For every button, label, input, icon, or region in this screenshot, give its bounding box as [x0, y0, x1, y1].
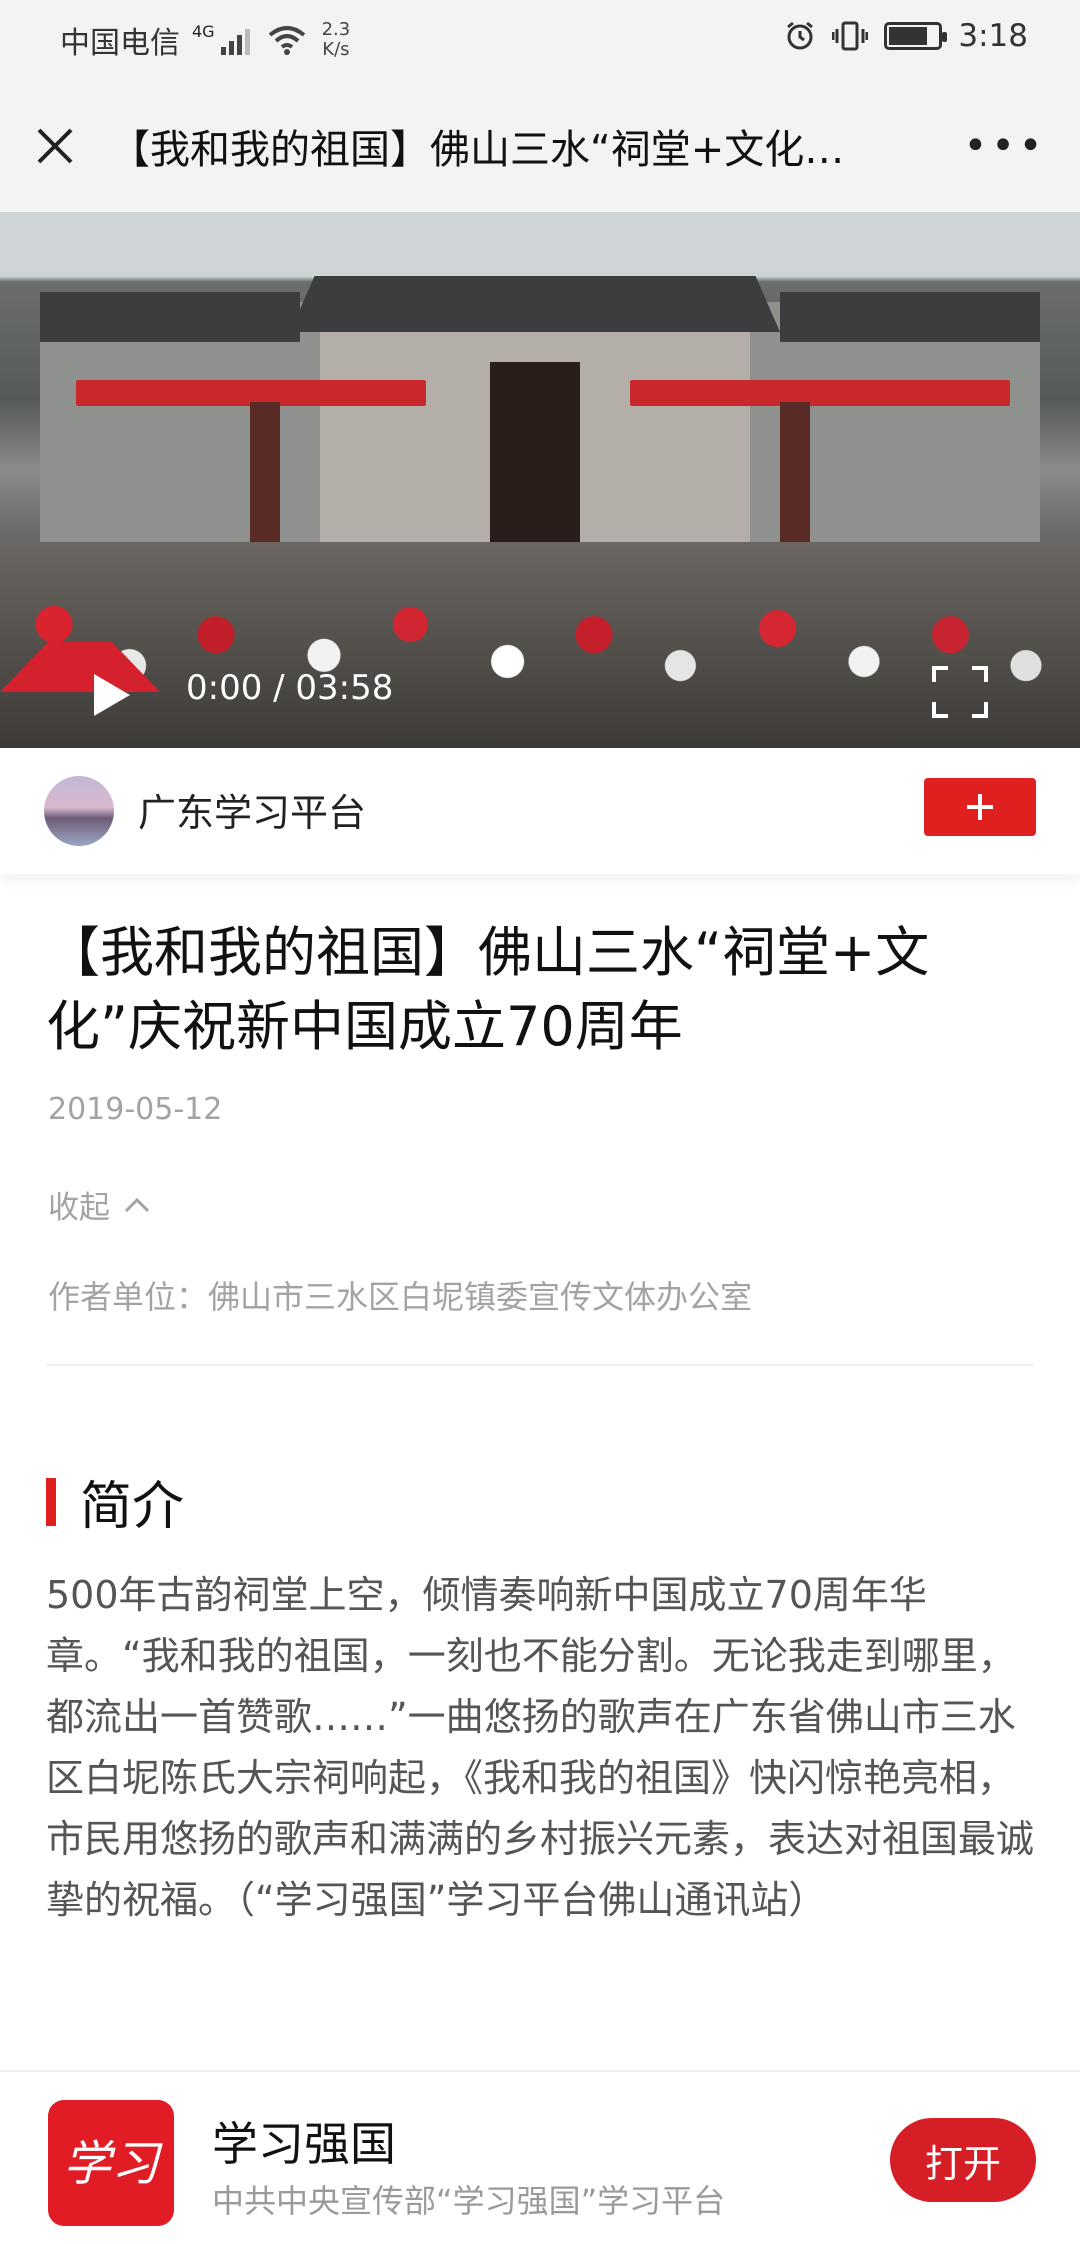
app-banner[interactable]: 学习 学习强国 中共中央宣传部“学习强国”学习平台 打开: [0, 2070, 1080, 2244]
status-left: 中国电信 4G 2.3 K/s: [60, 18, 350, 62]
channel-name[interactable]: 广东学习平台: [138, 782, 366, 837]
collapse-toggle[interactable]: 收起: [48, 1182, 150, 1227]
article-title: 【我和我的祖国】佛山三水“祠堂+文化”庆祝新中国成立70周年: [46, 921, 930, 1058]
page-title: 【我和我的祖国】佛山三水“祠堂+文化…: [110, 127, 845, 173]
app-logo: 学习: [48, 2100, 174, 2226]
play-icon[interactable]: [92, 672, 132, 718]
section-heading: 简介: [46, 1464, 184, 1539]
wifi-icon: [268, 26, 305, 55]
status-right: 3:18: [784, 18, 1028, 54]
video-player[interactable]: [0, 212, 1080, 748]
xuexi-logo-icon: 学习: [63, 2136, 163, 2192]
open-app-button[interactable]: 打开: [890, 2118, 1036, 2202]
section-accent-bar: [46, 1477, 56, 1526]
close-icon: [37, 128, 73, 164]
section-title: 简介: [80, 1477, 185, 1537]
svg-text:学习: 学习: [63, 2136, 163, 2192]
speed-value: 2.3: [321, 19, 351, 40]
publish-date: 2019-05-12: [48, 1092, 223, 1127]
channel-avatar[interactable]: [44, 776, 114, 846]
status-bar: 中国电信 4G 2.3 K/s 3:18: [0, 0, 1080, 80]
network-speed: 2.3 K/s: [322, 20, 351, 60]
alarm-icon: [787, 21, 814, 50]
app-name: 学习强国: [212, 2117, 396, 2171]
plus-icon: [967, 794, 993, 820]
divider: [46, 1364, 1034, 1366]
network-type: 4G: [192, 21, 215, 41]
clock: 3:18: [958, 18, 1028, 54]
collapse-label: 收起: [48, 1190, 110, 1226]
close-button[interactable]: [0, 80, 110, 212]
speed-unit: K/s: [322, 39, 350, 60]
more-button[interactable]: •••: [930, 80, 1080, 212]
video-time: 0:00 / 03:58: [186, 668, 394, 708]
vibrate-icon: [832, 21, 869, 51]
channel-row: 广东学习平台: [0, 748, 1080, 874]
summary-text: 500年古韵祠堂上空，倾情奏响新中国成立70周年华章。“我和我的祖国，一刻也不能…: [46, 1573, 1035, 1922]
fullscreen-icon[interactable]: [930, 664, 990, 720]
follow-button[interactable]: [924, 778, 1036, 836]
chevron-up-icon: [124, 1197, 150, 1212]
carrier-name: 中国电信: [60, 26, 180, 61]
signal-icon: [220, 25, 250, 55]
battery-icon: [884, 22, 948, 50]
app-subtitle: 中共中央宣传部“学习强国”学习平台: [212, 2182, 726, 2220]
title-bar: 【我和我的祖国】佛山三水“祠堂+文化… •••: [0, 80, 1080, 212]
author-unit: 作者单位：佛山市三水区白坭镇委宣传文体办公室: [48, 1278, 753, 1316]
